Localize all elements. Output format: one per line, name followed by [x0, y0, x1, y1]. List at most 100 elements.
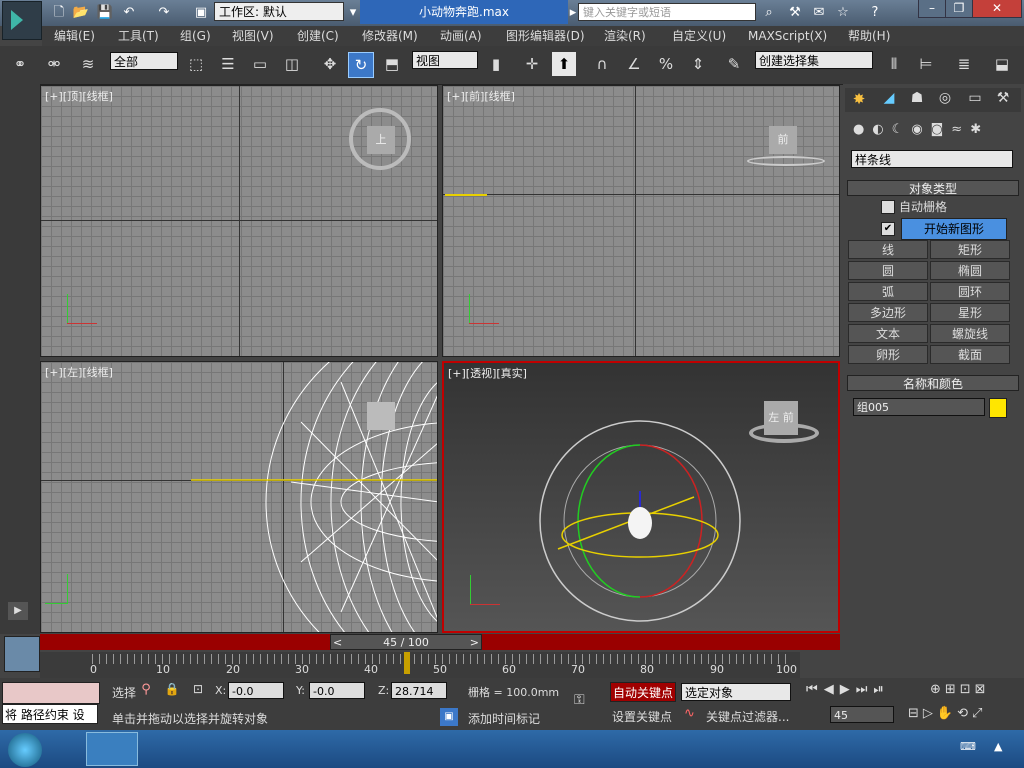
menu-graph-editors[interactable]: 图形编辑器(D) [506, 26, 585, 46]
select-manipulate-icon[interactable]: ✛ [520, 52, 544, 76]
absolute-mode-icon[interactable]: ⊡ [190, 682, 206, 698]
ribbon-toggle-icon[interactable]: ⬓ [990, 52, 1014, 76]
key-icon[interactable]: ⚿ [574, 692, 604, 712]
key-mode-dropdown[interactable]: 选定对象 [681, 683, 791, 701]
binoculars-icon[interactable]: ⌕ [760, 4, 778, 21]
section-button[interactable]: 截面 [930, 345, 1010, 364]
star-button[interactable]: 星形 [930, 303, 1010, 322]
time-slider[interactable]: < 45 / 100 > [330, 634, 482, 650]
layer-manager-icon[interactable]: ≣ [952, 52, 976, 76]
viewcube-face[interactable]: 上 [367, 126, 395, 154]
angle-snap-icon[interactable]: ∠ [622, 52, 646, 76]
notification-icon[interactable]: ▲ [994, 740, 1014, 756]
viewport-label[interactable]: [+][左][线框] [45, 364, 113, 380]
select-object-icon[interactable]: ⬚ [184, 52, 208, 76]
menu-create[interactable]: 创建(C) [297, 26, 339, 46]
viewport-label[interactable]: [+][顶][线框] [45, 88, 113, 104]
create-subcategory-icons[interactable]: ●◐☾◉◙≈✱ [853, 122, 1013, 140]
window-crossing-icon[interactable]: ◫ [280, 52, 304, 76]
circle-button[interactable]: 圆 [848, 261, 928, 280]
bind-space-warp-icon[interactable]: ≋ [76, 52, 100, 76]
x-coordinate-input[interactable]: -0.0 [228, 682, 284, 699]
menu-edit[interactable]: 编辑(E) [54, 26, 95, 46]
close-button[interactable]: ✕ [972, 0, 1022, 18]
z-coordinate-input[interactable]: 28.714 [391, 682, 447, 699]
viewport-front[interactable]: [+][前][线框] 前 [442, 85, 840, 357]
spinner-snap-icon[interactable]: ⇕ [686, 52, 710, 76]
save-icon[interactable]: 💾 [96, 4, 114, 21]
viewport-nav-icons-top[interactable]: ⊕⊞⊡⊠ [930, 682, 1020, 700]
named-selection-set-dropdown[interactable]: 创建选择集 [755, 51, 873, 69]
key-filters-button[interactable]: 关键点过滤器... [706, 708, 789, 725]
rotate-icon[interactable]: ↻ [348, 52, 374, 78]
viewcube-face[interactable]: 前 [769, 126, 797, 154]
new-file-icon[interactable]: 🗋 [50, 4, 68, 21]
help-icon[interactable]: ? [866, 4, 884, 21]
menu-tools[interactable]: 工具(T) [118, 26, 159, 46]
menu-rendering[interactable]: 渲染(R) [604, 26, 646, 46]
y-coordinate-input[interactable]: -0.0 [309, 682, 365, 699]
unlink-icon[interactable]: ⚮ [42, 52, 66, 76]
object-name-input[interactable]: 组005 [853, 398, 985, 416]
menu-views[interactable]: 视图(V) [232, 26, 274, 46]
redo-icon[interactable]: ↷ [155, 4, 173, 21]
pivot-center-icon[interactable]: ▮ [484, 52, 508, 76]
undo-icon[interactable]: ↶ [120, 4, 138, 21]
selection-filter-dropdown[interactable]: 全部 [110, 52, 178, 70]
motion-tab-icon[interactable]: ◎ [935, 90, 955, 110]
arc-button[interactable]: 弧 [848, 282, 928, 301]
viewport-nav-icons-bottom[interactable]: ⊟▷✋⟲⤢ [908, 706, 1020, 724]
viewport-top[interactable]: [+][顶][线框] 上 [40, 85, 438, 357]
auto-key-button[interactable]: 自动关键点 [610, 682, 676, 702]
modify-tab-icon[interactable]: ◢ [879, 90, 899, 110]
key-filters-icon[interactable]: ∿ [684, 706, 702, 724]
hierarchy-tab-icon[interactable]: ☗ [907, 90, 927, 110]
category-dropdown[interactable]: 样条线 [851, 150, 1013, 168]
maxscript-listener-mini[interactable] [2, 682, 100, 704]
display-tab-icon[interactable]: ▭ [965, 90, 985, 110]
minimize-button[interactable]: – [918, 0, 946, 18]
menu-modifiers[interactable]: 修改器(M) [362, 26, 418, 46]
set-key-button[interactable]: 设置关键点 [612, 708, 672, 725]
donut-button[interactable]: 圆环 [930, 282, 1010, 301]
start-new-shape-button[interactable]: 开始新图形 [901, 218, 1007, 240]
snaps-toggle-icon[interactable]: ∩ [590, 52, 614, 76]
favorites-star-icon[interactable]: ☆ [834, 4, 852, 21]
autogrid-checkbox[interactable] [881, 200, 895, 214]
viewport-layout-icon[interactable] [4, 636, 40, 672]
chevron-right-icon[interactable]: > [470, 635, 479, 651]
rectangle-button[interactable]: 矩形 [930, 240, 1010, 259]
object-color-swatch[interactable] [989, 398, 1007, 418]
link-icon[interactable]: ⚭ [8, 52, 32, 76]
edit-named-selection-icon[interactable]: ✎ [722, 52, 746, 76]
play-arrow-icon[interactable]: ▶ [8, 602, 28, 620]
start-button[interactable] [8, 733, 42, 767]
isolate-selection-icon[interactable]: ⚲ [138, 682, 154, 698]
maxscript-input[interactable]: 将 路径约束 设 [2, 704, 98, 724]
viewport-label[interactable]: [+][前][线框] [447, 88, 515, 104]
playback-controls[interactable]: ⏮◀▶⏭⏯ [806, 682, 906, 700]
maximize-button[interactable]: ❐ [945, 0, 973, 18]
name-color-rollout[interactable]: 名称和颜色 [847, 375, 1019, 391]
workspace-dropdown[interactable]: 工作区: 默认 [214, 2, 344, 21]
lock-icon[interactable]: 🔒 [164, 682, 180, 698]
menu-customize[interactable]: 自定义(U) [672, 26, 726, 46]
keyboard-shortcut-override-icon[interactable]: ⬆ [552, 52, 576, 76]
chevron-left-icon[interactable]: < [333, 635, 342, 651]
mirror-icon[interactable]: ⫴ [882, 52, 906, 76]
keyboard-icon[interactable]: ⌨ [960, 740, 980, 756]
communication-icon[interactable]: ✉ [810, 4, 828, 21]
move-icon[interactable]: ✥ [318, 52, 342, 76]
text-button[interactable]: 文本 [848, 324, 928, 343]
menu-group[interactable]: 组(G) [180, 26, 211, 46]
utilities-tab-icon[interactable]: ⚒ [993, 90, 1013, 110]
viewport-perspective[interactable]: [+][透视][真实] 左 前 [442, 361, 840, 633]
egg-button[interactable]: 卵形 [848, 345, 928, 364]
reference-coordinate-dropdown[interactable]: 视图 [412, 51, 478, 69]
viewcube-face[interactable] [367, 402, 395, 430]
line-button[interactable]: 线 [848, 240, 928, 259]
ellipse-button[interactable]: 椭圆 [930, 261, 1010, 280]
time-tag-icon[interactable]: ▣ [440, 708, 458, 726]
subscription-icon[interactable]: ⚒ [786, 4, 804, 21]
align-icon[interactable]: ⊨ [914, 52, 938, 76]
